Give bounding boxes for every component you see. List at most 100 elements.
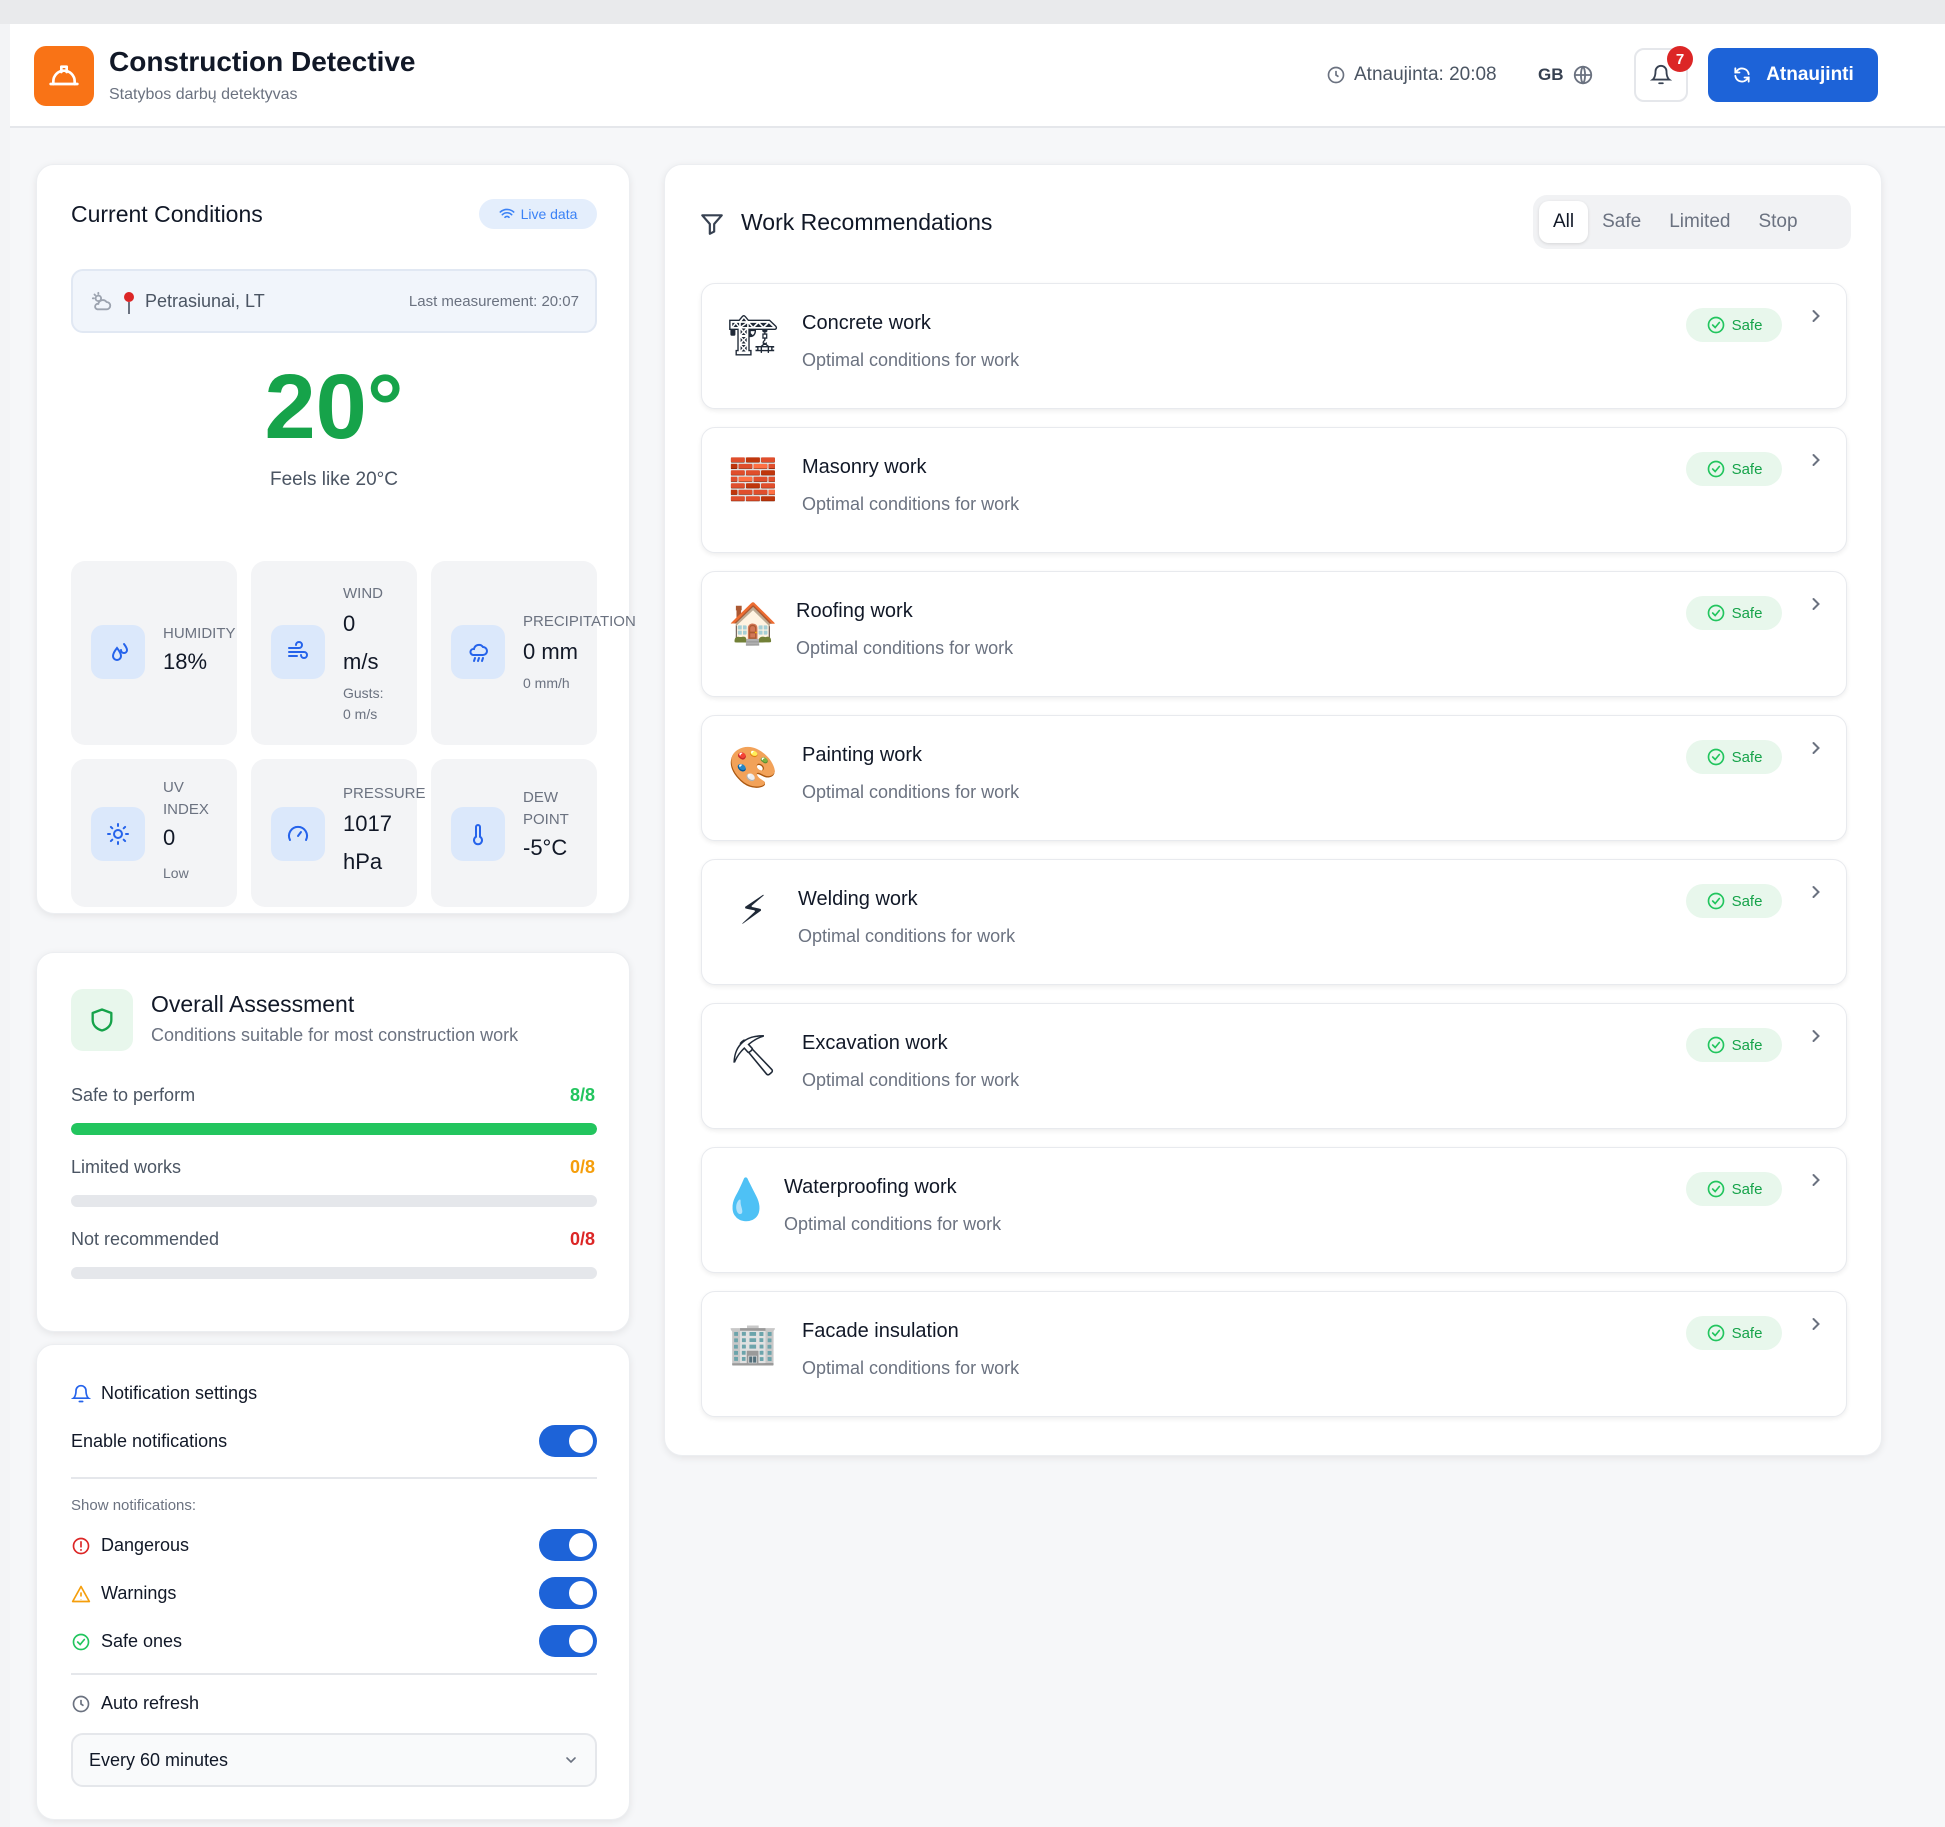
safe-stat-value: 8/8 <box>569 1085 595 1105</box>
sun-icon <box>91 807 145 861</box>
last-updated-text: Atnaujinta: 20:08 <box>1354 64 1497 85</box>
recommendation-item-roofing[interactable]: 🏠 Roofing work Optimal conditions for wo… <box>701 571 1847 697</box>
status-badge: Safe <box>1686 452 1782 486</box>
wind-tile: WIND 0 m/s Gusts: 0 m/s <box>251 561 417 745</box>
recommendation-item-welding[interactable]: ⚡ Welding work Optimal conditions for wo… <box>701 859 1847 985</box>
refresh-button[interactable]: Atnaujinti <box>1708 48 1878 102</box>
pressure-tile: PRESSURE 1017 hPa <box>251 759 426 907</box>
recommendation-desc: Optimal conditions for work <box>796 638 1014 658</box>
status-label: Safe <box>1731 1180 1763 1198</box>
recommendation-item-concrete[interactable]: 🏗 Concrete work Optimal conditions for w… <box>701 283 1847 409</box>
precipitation-label: PRECIPITATION <box>523 613 636 630</box>
recommendation-title: Concrete work <box>802 312 931 334</box>
wind-gusts-value: 0 m/s <box>343 706 378 722</box>
humidity-label: HUMIDITY <box>163 625 236 642</box>
auto-refresh-row: Auto refresh <box>71 1693 199 1714</box>
filter-icon <box>701 214 723 235</box>
recommendation-title: Painting work <box>802 744 923 766</box>
divider <box>71 1673 597 1675</box>
limited-stat-value: 0/8 <box>569 1157 595 1177</box>
uv-level: Low <box>163 865 189 881</box>
filter-all[interactable]: All <box>1539 201 1589 243</box>
recommendation-title: Facade insulation <box>802 1320 959 1342</box>
safe-stat-label: Safe to perform <box>71 1085 196 1105</box>
alert-circle-icon <box>72 1537 90 1554</box>
notification-count-badge: 7 <box>1667 46 1693 72</box>
recommendation-item-painting[interactable]: 🎨 Painting work Optimal conditions for w… <box>701 715 1847 841</box>
safe-progress-bar <box>71 1123 597 1135</box>
refresh-label: Atnaujinti <box>1766 64 1854 85</box>
status-badge: Safe <box>1686 1172 1782 1206</box>
gauge-icon <box>271 807 325 861</box>
last-measurement: Last measurement: 20:07 <box>408 293 579 310</box>
check-circle-icon <box>1707 316 1724 334</box>
warnings-toggle[interactable] <box>539 1577 597 1609</box>
auto-refresh-value: Every 60 minutes <box>89 1749 229 1770</box>
limited-progress-bar <box>71 1195 597 1207</box>
overall-assessment-card: Overall Assessment Conditions suitable f… <box>36 952 630 1332</box>
enable-notifications-toggle[interactable] <box>539 1425 597 1457</box>
bell-icon <box>71 1384 91 1402</box>
warnings-row: Warnings <box>71 1583 176 1604</box>
language-selector[interactable]: GB <box>1538 64 1594 86</box>
filter-stop[interactable]: Stop <box>1744 201 1811 243</box>
wind-icon <box>271 625 325 679</box>
app-header: Construction Detective Statybos darbų de… <box>10 24 1945 128</box>
work-recommendations-title: Work Recommendations <box>741 209 993 235</box>
safe-progress-fill <box>71 1123 597 1135</box>
recommendation-desc: Optimal conditions for work <box>802 782 1020 802</box>
check-circle-icon <box>1707 892 1724 910</box>
app-subtitle: Statybos darbų detektyvas <box>109 86 298 103</box>
weather-icon <box>91 291 112 311</box>
water-drop-icon: 💧 <box>721 1176 771 1223</box>
auto-refresh-select[interactable]: Every 60 minutes <box>71 1733 597 1787</box>
chevron-right-icon <box>1812 742 1820 754</box>
chevron-right-icon <box>1812 454 1820 466</box>
status-label: Safe <box>1731 1324 1763 1342</box>
status-label: Safe <box>1731 1036 1763 1054</box>
location-pin-icon <box>124 292 134 314</box>
filter-limited[interactable]: Limited <box>1655 201 1744 243</box>
filter-safe[interactable]: Safe <box>1588 201 1655 243</box>
recommendation-item-facade[interactable]: 🏢 Facade insulation Optimal conditions f… <box>701 1291 1847 1417</box>
recommendation-item-excavation[interactable]: ⛏ Excavation work Optimal conditions for… <box>701 1003 1847 1129</box>
chevron-right-icon <box>1812 1174 1820 1186</box>
show-notifications-label: Show notifications: <box>71 1497 197 1514</box>
pressure-unit: hPa <box>343 849 383 874</box>
recommendation-desc: Optimal conditions for work <box>802 1070 1020 1090</box>
check-circle-icon <box>1707 1180 1724 1198</box>
enable-notifications-label: Enable notifications <box>71 1431 228 1451</box>
dew-value: -5°C <box>523 835 568 860</box>
status-badge: Safe <box>1686 308 1782 342</box>
dangerous-toggle[interactable] <box>539 1529 597 1561</box>
recommendation-item-waterproofing[interactable]: 💧 Waterproofing work Optimal conditions … <box>701 1147 1847 1273</box>
current-conditions-title: Current Conditions <box>71 201 263 227</box>
house-icon: 🏠 <box>728 600 778 647</box>
check-circle-icon <box>1707 460 1724 478</box>
construction-icon: 🏗 <box>727 312 779 359</box>
status-badge: Safe <box>1686 740 1782 774</box>
dew-label-line1: DEW <box>523 789 558 806</box>
uv-label-line1: UV <box>163 779 184 796</box>
enable-notifications-row: Enable notifications <box>71 1431 227 1452</box>
live-data-badge: Live data <box>479 199 597 229</box>
humidity-value: 18% <box>163 649 208 674</box>
current-conditions-card: Current Conditions Live data Petrasiunai… <box>36 164 636 914</box>
check-circle-icon <box>1707 1036 1724 1054</box>
recommendation-item-masonry[interactable]: 🧱 Masonry work Optimal conditions for wo… <box>701 427 1847 553</box>
safe-ones-label: Safe ones <box>101 1631 183 1651</box>
app-title: Construction Detective <box>109 46 416 77</box>
show-notifications-row: Show notifications: <box>71 1497 196 1514</box>
shield-icon <box>71 989 133 1051</box>
status-label: Safe <box>1731 892 1763 910</box>
humidity-icon <box>91 625 145 679</box>
precipitation-rate: 0 mm/h <box>523 675 570 691</box>
uv-value: 0 <box>163 825 176 850</box>
last-updated: Atnaujinta: 20:08 <box>1326 64 1497 86</box>
safe-ones-toggle[interactable] <box>539 1625 597 1657</box>
chevron-right-icon <box>1812 598 1820 610</box>
language-code: GB <box>1538 65 1564 84</box>
location-name: Petrasiunai, LT <box>145 291 265 311</box>
status-label: Safe <box>1731 316 1763 334</box>
thermometer-icon <box>451 807 505 861</box>
